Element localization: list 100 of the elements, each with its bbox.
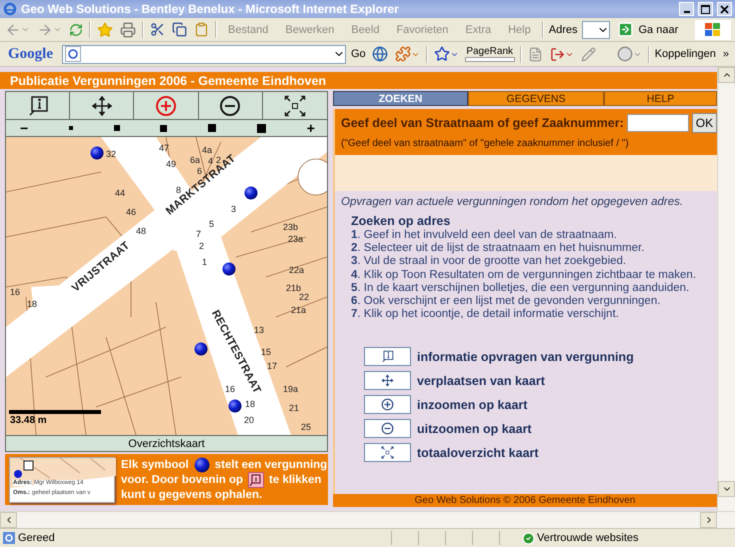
info-icon bbox=[381, 350, 394, 364]
zoom-out-button[interactable]: − bbox=[20, 121, 28, 135]
ok-button[interactable]: OK bbox=[692, 113, 718, 133]
links-button[interactable]: Koppelingen bbox=[654, 48, 716, 60]
symbol-dot-icon bbox=[194, 456, 210, 472]
more-button[interactable]: » bbox=[720, 48, 731, 60]
legend-text: kunt u gegevens ophalen. bbox=[121, 488, 262, 500]
document-icon bbox=[528, 46, 543, 62]
house-number: 17 bbox=[267, 361, 278, 371]
overview-map-button[interactable]: Overzichtskaart bbox=[5, 435, 328, 452]
puzzle-icon bbox=[394, 46, 411, 62]
page-footer: Geo Web Solutions © 2006 Gemeente Eindhoven bbox=[333, 494, 717, 507]
zoom-in-icon bbox=[381, 398, 394, 412]
house-number: 15 bbox=[261, 347, 272, 357]
house-number: 23b bbox=[283, 222, 298, 232]
tool-description: informatie opvragen van vergunning bbox=[417, 350, 634, 364]
star-button[interactable] bbox=[432, 46, 460, 62]
clipboard-icon bbox=[194, 22, 209, 37]
zoom-in-button[interactable]: + bbox=[306, 121, 315, 135]
google-logo: Google bbox=[7, 46, 54, 62]
house-number: 2 bbox=[199, 241, 204, 251]
zoom-out-icon bbox=[381, 422, 394, 436]
instruction-step: 5. In de kaart verschijnen bolletjes, die een vergunning aanduiden. bbox=[351, 282, 711, 296]
house-number: 21a bbox=[291, 305, 306, 315]
zoom-step-icon[interactable] bbox=[160, 124, 168, 132]
windows-logo-icon bbox=[695, 20, 731, 40]
pencil-button[interactable] bbox=[580, 46, 597, 62]
browser-logo-icon bbox=[3, 2, 17, 16]
instruction-step: 1. Geef in het invulveld een deel van de straatnaam. bbox=[351, 229, 711, 242]
house-number: 44 bbox=[115, 188, 126, 198]
house-number: 46 bbox=[126, 207, 136, 217]
paste-button[interactable] bbox=[193, 22, 210, 37]
instruction-step: 3. Vul de straal in voor de grootte van het zoekgebied. bbox=[351, 255, 711, 269]
globe-button[interactable] bbox=[370, 46, 389, 62]
arrow-out-button[interactable] bbox=[548, 46, 575, 62]
tool-description: totaaloverzicht kaart bbox=[417, 446, 539, 460]
zoom-step-icon[interactable] bbox=[208, 124, 216, 132]
house-number: 22 bbox=[299, 292, 310, 302]
tab[interactable]: HELP bbox=[604, 91, 717, 106]
tab[interactable]: GEGEVENS bbox=[468, 91, 604, 106]
back-icon bbox=[5, 22, 21, 38]
full-extent-icon bbox=[284, 94, 306, 116]
address-field[interactable] bbox=[582, 20, 610, 38]
circle-button[interactable] bbox=[616, 46, 643, 62]
move-arrows-icon bbox=[381, 374, 394, 388]
instruction-step: 4. Klik op Toon Resultaten om de vergunningen zichtbaar te maken. bbox=[351, 268, 711, 282]
house-number: 18 bbox=[27, 299, 38, 309]
house-number: 47 bbox=[159, 143, 170, 153]
page-header: Publicatie Vergunningen 2006 - Gemeente Eindhoven bbox=[0, 72, 717, 89]
search-label: Geef deel van Straatnaam of geef Zaaknummer: bbox=[341, 116, 624, 130]
search-field[interactable] bbox=[62, 44, 346, 64]
tab[interactable]: ZOEKEN bbox=[333, 91, 468, 106]
horizontal-scrollbar[interactable] bbox=[0, 511, 735, 528]
instruction-step: 6. Ook verschijnt er een lijst met de gevonden vergunningen. bbox=[351, 295, 711, 308]
zoom-step-icon[interactable] bbox=[114, 125, 120, 131]
pencil-icon bbox=[580, 46, 596, 62]
minimize-button[interactable] bbox=[679, 2, 694, 16]
ring-icon bbox=[65, 46, 81, 62]
close-icon bbox=[720, 4, 729, 14]
intro-text: Opvragen van actuele vergunningen rondom het opgegeven adres. bbox=[341, 196, 684, 208]
house-number: 7 bbox=[196, 229, 202, 239]
close-button[interactable] bbox=[717, 2, 732, 16]
copy-icon bbox=[172, 22, 187, 37]
house-number: 20 bbox=[244, 415, 254, 425]
print-button[interactable] bbox=[119, 22, 137, 38]
house-number: 18 bbox=[245, 399, 256, 409]
refresh-button[interactable] bbox=[68, 22, 84, 36]
pagerank-button[interactable]: PageRank bbox=[464, 46, 515, 62]
go-button[interactable]: Ga naar bbox=[615, 21, 680, 38]
tool-description: inzoomen op kaart bbox=[417, 398, 528, 412]
zoom-in-icon bbox=[154, 94, 177, 116]
legend-text: stelt een vergunning bbox=[214, 458, 328, 470]
star-icon bbox=[434, 46, 450, 62]
section-title: Zoeken op adres bbox=[351, 214, 452, 228]
search-input[interactable] bbox=[626, 114, 689, 132]
house-number: 4a bbox=[202, 145, 212, 155]
search-hint: ("Geef deel van straatnaam" of "gehele zaaknummer inclusief / ") bbox=[341, 138, 630, 149]
vertical-scrollbar[interactable] bbox=[717, 67, 735, 511]
puzzle-button[interactable] bbox=[394, 46, 421, 62]
full-extent-icon bbox=[381, 446, 394, 460]
zoom-step-icon[interactable] bbox=[68, 126, 73, 130]
house-number: 19a bbox=[283, 384, 298, 394]
house-number: 21 bbox=[289, 403, 300, 413]
scroll-up-button[interactable] bbox=[718, 67, 735, 83]
house-number: 21b bbox=[286, 283, 302, 293]
permit-dot-icon bbox=[222, 262, 236, 276]
scale-label: 33.48 m bbox=[10, 415, 47, 426]
tool-description: uitzoomen op kaart bbox=[417, 422, 532, 436]
scroll-left-button[interactable] bbox=[0, 512, 17, 528]
permit-dot-icon bbox=[194, 342, 208, 356]
zoom-step-icon[interactable] bbox=[257, 124, 266, 132]
move-arrows-icon bbox=[90, 94, 113, 116]
google-go-button[interactable]: Go bbox=[351, 48, 366, 60]
star-icon bbox=[97, 22, 113, 38]
scroll-right-button[interactable] bbox=[700, 512, 717, 528]
maximize-button[interactable] bbox=[698, 2, 713, 16]
cut-button[interactable] bbox=[149, 22, 166, 37]
window-title: Geo Web Solutions - Bentley Benelux - Microsoft Internet Explorer bbox=[21, 2, 400, 16]
copy-button[interactable] bbox=[171, 22, 188, 37]
scroll-down-button[interactable] bbox=[718, 481, 735, 497]
